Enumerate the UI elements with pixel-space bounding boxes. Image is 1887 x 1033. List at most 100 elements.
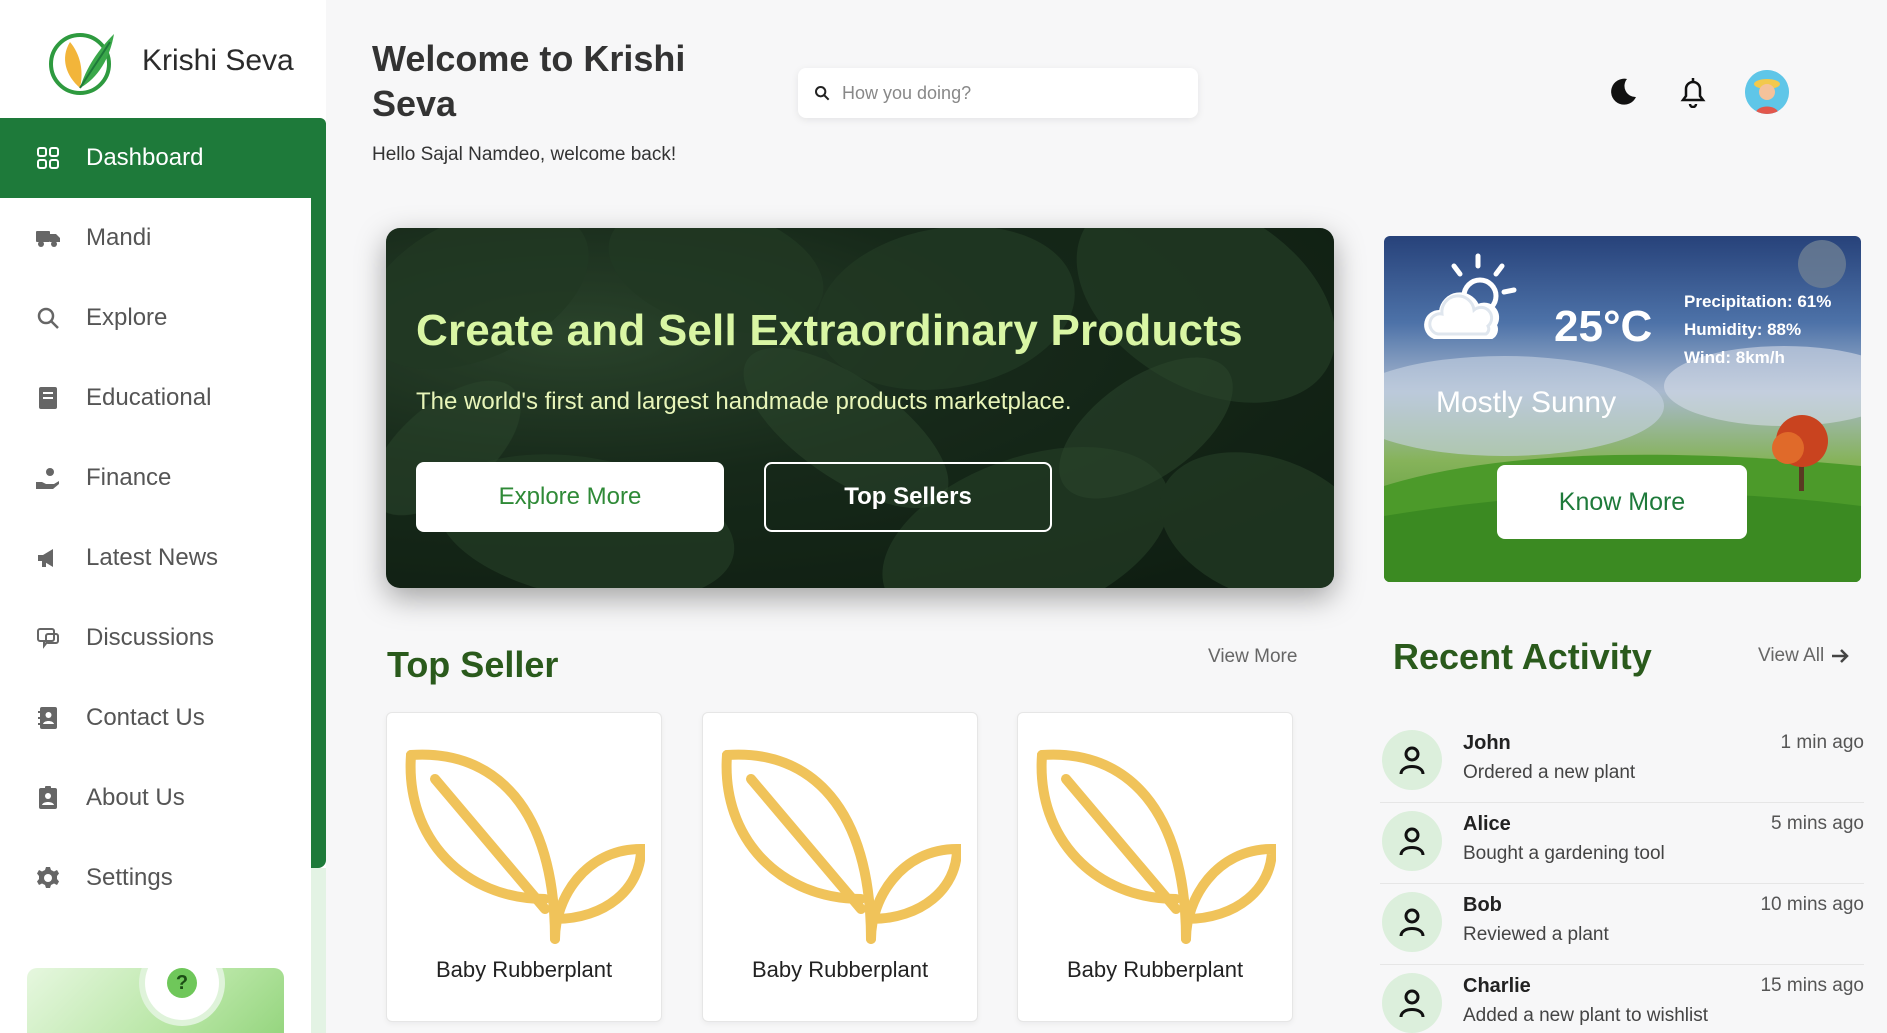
leaf-placeholder-icon bbox=[1036, 749, 1276, 944]
user-icon bbox=[1399, 746, 1425, 775]
product-name: Baby Rubberplant bbox=[1066, 957, 1244, 982]
sidebar-item-label: Educational bbox=[86, 384, 212, 411]
brand-name: Krishi Seva bbox=[142, 44, 294, 77]
activity-item[interactable]: Bob Reviewed a plant 10 mins ago bbox=[1380, 884, 1864, 965]
sidebar-item-label: Discussions bbox=[86, 624, 215, 651]
activity-time: 15 mins ago bbox=[1760, 975, 1864, 996]
sidebar-item-explore[interactable]: Explore bbox=[0, 278, 311, 358]
know-more-button[interactable]: Know More bbox=[1497, 465, 1747, 539]
megaphone-icon bbox=[34, 544, 62, 572]
sidebar-item-label: Explore bbox=[86, 304, 168, 331]
view-more-link[interactable]: View More bbox=[1208, 646, 1297, 668]
sidebar-item-discussions[interactable]: Discussions bbox=[0, 598, 311, 678]
sidebar-item-label: About Us bbox=[86, 784, 185, 811]
sidebar-item-label: Settings bbox=[86, 864, 173, 891]
weather-card: 25°C Precipitation: 61% Humidity: 88% Wi… bbox=[1384, 236, 1861, 582]
arrow-right-icon bbox=[1832, 649, 1849, 663]
activity-user: Charlie bbox=[1463, 975, 1531, 997]
sidebar-item-educational[interactable]: Educational bbox=[0, 358, 311, 438]
bell-icon bbox=[1680, 78, 1706, 108]
sidebar-item-label: Latest News bbox=[86, 544, 219, 571]
activity-time: 5 mins ago bbox=[1771, 813, 1864, 834]
product-name: Baby Rubberplant bbox=[435, 957, 613, 982]
user-avatar bbox=[1382, 973, 1442, 1033]
welcome-message: Hello Sajal Namdeo, welcome back! bbox=[372, 144, 677, 165]
product-card[interactable]: Baby Rubberplant bbox=[1017, 712, 1293, 1022]
search-icon bbox=[34, 304, 62, 332]
wind-value: Wind: 8km/h bbox=[1684, 348, 1785, 367]
chat-icon bbox=[34, 624, 62, 652]
activity-user: Alice bbox=[1463, 813, 1511, 835]
book-icon bbox=[34, 384, 62, 412]
top-seller-title: Top Seller bbox=[387, 644, 559, 685]
user-icon bbox=[1399, 827, 1425, 856]
sidebar-item-about-us[interactable]: About Us bbox=[0, 758, 311, 838]
user-avatar bbox=[1382, 892, 1442, 952]
humidity-value: Humidity: 88% bbox=[1684, 320, 1802, 339]
grid-icon bbox=[34, 144, 62, 172]
gear-icon bbox=[34, 864, 62, 892]
page-title: Welcome to Krishi Seva bbox=[372, 38, 686, 124]
search-bar[interactable] bbox=[798, 68, 1198, 118]
product-name: Baby Rubberplant bbox=[751, 957, 929, 982]
product-card[interactable]: Baby Rubberplant bbox=[386, 712, 662, 1022]
weather-stats: Precipitation: 61% Humidity: 88% Wind: 8… bbox=[1684, 288, 1831, 372]
activity-description: Added a new plant to wishlist bbox=[1463, 1005, 1709, 1026]
avatar[interactable] bbox=[1745, 70, 1789, 114]
user-avatar bbox=[1382, 730, 1442, 790]
sidebar-item-label: Dashboard bbox=[86, 144, 204, 171]
search-icon bbox=[815, 86, 830, 101]
contact-book-icon bbox=[34, 704, 62, 732]
activity-list: John Ordered a new plant 1 min ago Alice… bbox=[1380, 722, 1864, 1033]
activity-description: Bought a gardening tool bbox=[1463, 843, 1665, 864]
view-all-link[interactable]: View All bbox=[1758, 645, 1850, 667]
activity-time: 10 mins ago bbox=[1760, 894, 1864, 915]
sidebar-item-latest-news[interactable]: Latest News bbox=[0, 518, 311, 598]
explore-more-button[interactable]: Explore More bbox=[416, 462, 724, 532]
sidebar-item-contact-us[interactable]: Contact Us bbox=[0, 678, 311, 758]
question-icon: ? bbox=[167, 968, 197, 998]
dark-mode-toggle[interactable] bbox=[1603, 72, 1643, 112]
sidebar-item-settings[interactable]: Settings bbox=[0, 838, 311, 918]
notifications-button[interactable] bbox=[1673, 72, 1713, 112]
activity-item[interactable]: Alice Bought a gardening tool 5 mins ago bbox=[1380, 803, 1864, 884]
sidebar-nav: Dashboard Mandi Explore Educational Fina… bbox=[0, 118, 311, 918]
sidebar-item-mandi[interactable]: Mandi bbox=[0, 198, 311, 278]
sidebar-item-dashboard[interactable]: Dashboard bbox=[0, 118, 311, 198]
activity-description: Ordered a new plant bbox=[1463, 762, 1636, 783]
user-icon bbox=[1399, 989, 1425, 1018]
sidebar-scrollbar[interactable] bbox=[311, 118, 326, 868]
sidebar-item-finance[interactable]: Finance bbox=[0, 438, 311, 518]
farmer-avatar-icon bbox=[1745, 70, 1789, 114]
sidebar-item-label: Mandi bbox=[86, 224, 152, 251]
hero-subtitle: The world's first and largest handmade p… bbox=[416, 388, 1072, 415]
product-card[interactable]: Baby Rubberplant bbox=[702, 712, 978, 1022]
sidebar: Krishi Seva Dashboard Mandi Explore Educ… bbox=[0, 0, 326, 1033]
help-bubble: ? bbox=[145, 968, 219, 1020]
activity-description: Reviewed a plant bbox=[1463, 924, 1609, 945]
activity-user: John bbox=[1463, 732, 1511, 754]
leaf-placeholder-icon bbox=[405, 749, 645, 944]
activity-item[interactable]: John Ordered a new plant 1 min ago bbox=[1380, 722, 1864, 803]
sidebar-item-label: Contact Us bbox=[86, 704, 205, 731]
weather-condition: Mostly Sunny bbox=[1436, 386, 1617, 419]
view-all-label: View All bbox=[1758, 645, 1825, 666]
hero-banner: Create and Sell Extraordinary Products T… bbox=[386, 228, 1334, 588]
activity-item[interactable]: Charlie Added a new plant to wishlist 15… bbox=[1380, 965, 1864, 1033]
hand-coin-icon bbox=[34, 464, 62, 492]
moon-icon bbox=[1611, 78, 1636, 105]
search-input[interactable] bbox=[842, 82, 1172, 104]
user-avatar bbox=[1382, 811, 1442, 871]
user-icon bbox=[1399, 908, 1425, 937]
sidebar-scroll-track bbox=[311, 868, 326, 1033]
precipitation-value: Precipitation: 61% bbox=[1684, 292, 1832, 311]
activity-time: 1 min ago bbox=[1780, 732, 1864, 753]
truck-icon bbox=[34, 224, 62, 252]
top-sellers-button[interactable]: Top Sellers bbox=[764, 462, 1052, 532]
activity-user: Bob bbox=[1463, 894, 1502, 916]
recent-activity-title: Recent Activity bbox=[1393, 636, 1652, 677]
partly-cloudy-icon bbox=[1424, 253, 1517, 339]
help-card[interactable]: ? bbox=[27, 968, 284, 1033]
id-card-icon bbox=[34, 784, 62, 812]
hero-title: Create and Sell Extraordinary Products bbox=[416, 306, 1243, 355]
